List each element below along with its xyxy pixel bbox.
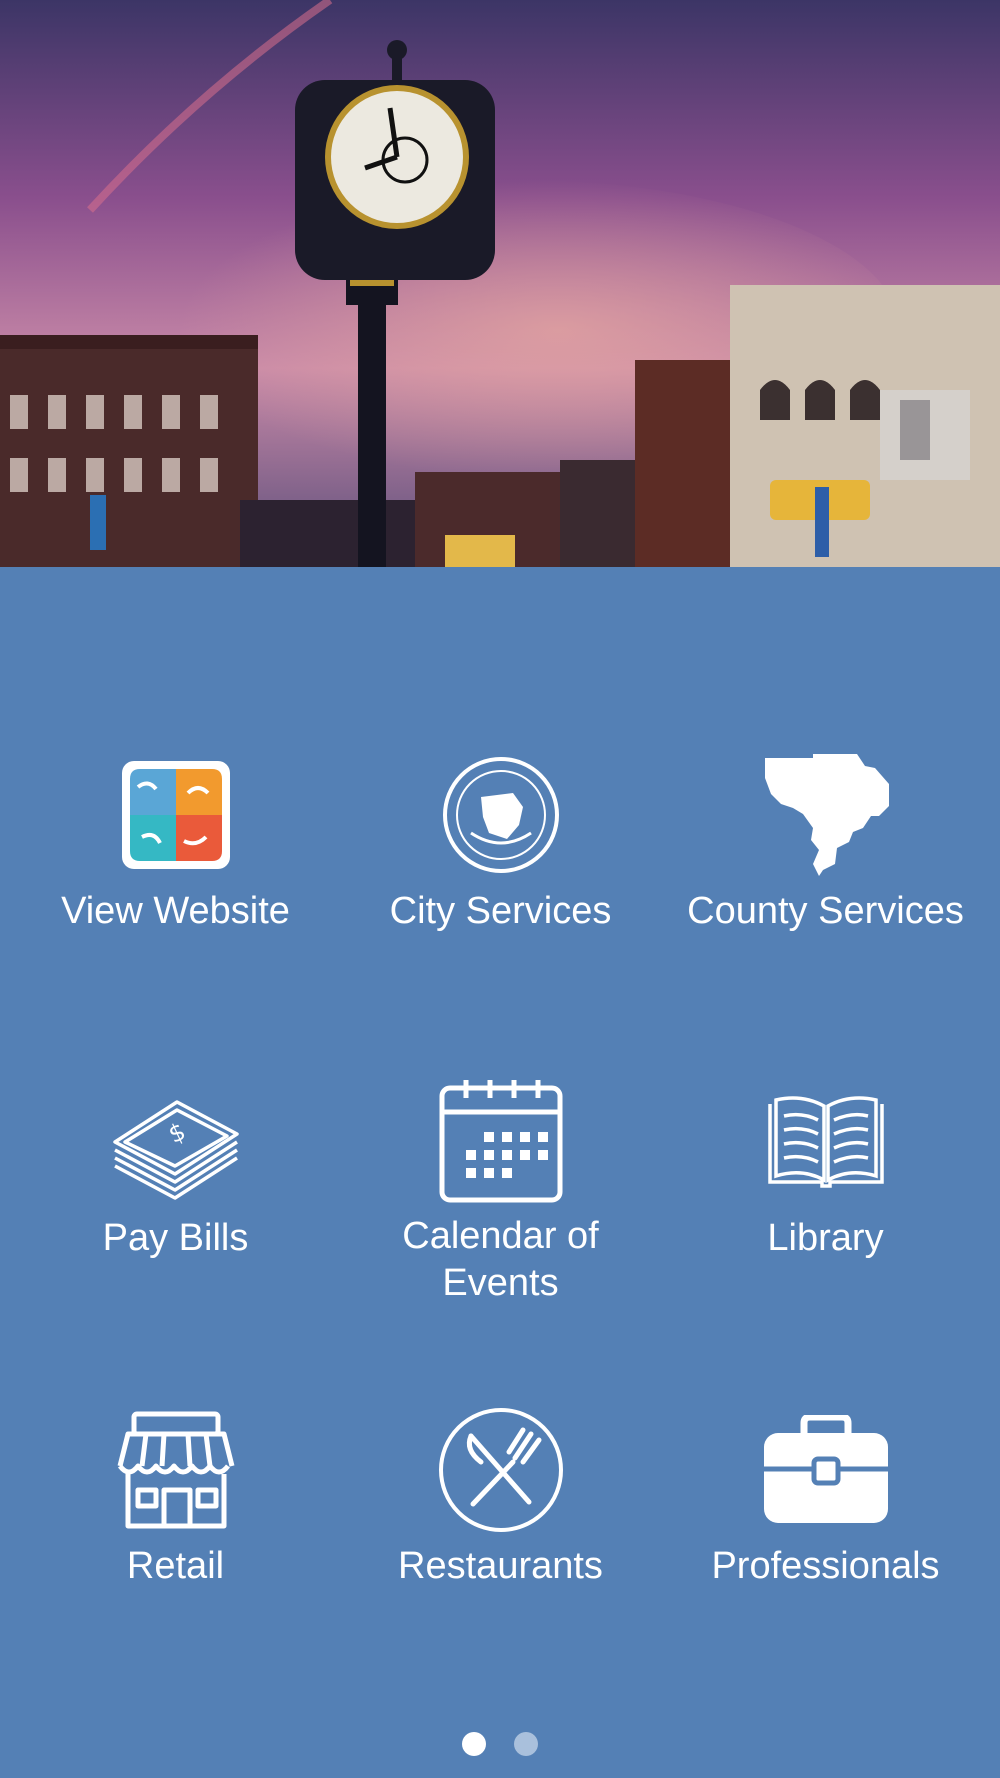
tile-label: Library (767, 1217, 884, 1259)
page-indicator (0, 1732, 1000, 1756)
tile-label: Professionals (711, 1545, 940, 1587)
fork-knife-icon (431, 1405, 571, 1535)
page-dot-1[interactable] (462, 1732, 486, 1756)
tile-view-website[interactable]: View Website (9, 750, 342, 980)
services-grid: View Website City Services County Servic… (0, 567, 1000, 1778)
tile-county-services[interactable]: County Services (659, 750, 992, 980)
tile-city-services[interactable]: City Services (334, 750, 667, 980)
tile-professionals[interactable]: Professionals (659, 1405, 992, 1635)
tile-restaurants[interactable]: Restaurants (334, 1405, 667, 1635)
tile-label: County Services (687, 890, 964, 932)
county-map-icon (756, 750, 896, 880)
tile-library[interactable]: Library (659, 1077, 992, 1307)
tile-label: City Services (389, 890, 612, 932)
tile-calendar-of-events[interactable]: Calendar of Events (334, 1077, 667, 1307)
tile-label: View Website (61, 890, 290, 932)
tile-label: Restaurants (398, 1545, 603, 1587)
website-logo-icon (106, 750, 246, 880)
open-book-icon (756, 1077, 896, 1207)
tile-label: Pay Bills (102, 1217, 249, 1259)
money-stack-icon: $ (106, 1077, 246, 1207)
tile-label: Calendar of Events (402, 1215, 599, 1304)
page-dot-2[interactable] (514, 1732, 538, 1756)
calendar-icon (431, 1077, 571, 1205)
city-seal-icon (431, 750, 571, 880)
tile-retail[interactable]: Retail (9, 1405, 342, 1635)
svg-text:$: $ (164, 1117, 190, 1149)
storefront-icon (106, 1405, 246, 1535)
hero-image (0, 0, 1000, 567)
tile-label: Retail (126, 1545, 225, 1587)
briefcase-icon (756, 1405, 896, 1535)
tile-pay-bills[interactable]: $ Pay Bills (9, 1077, 342, 1307)
